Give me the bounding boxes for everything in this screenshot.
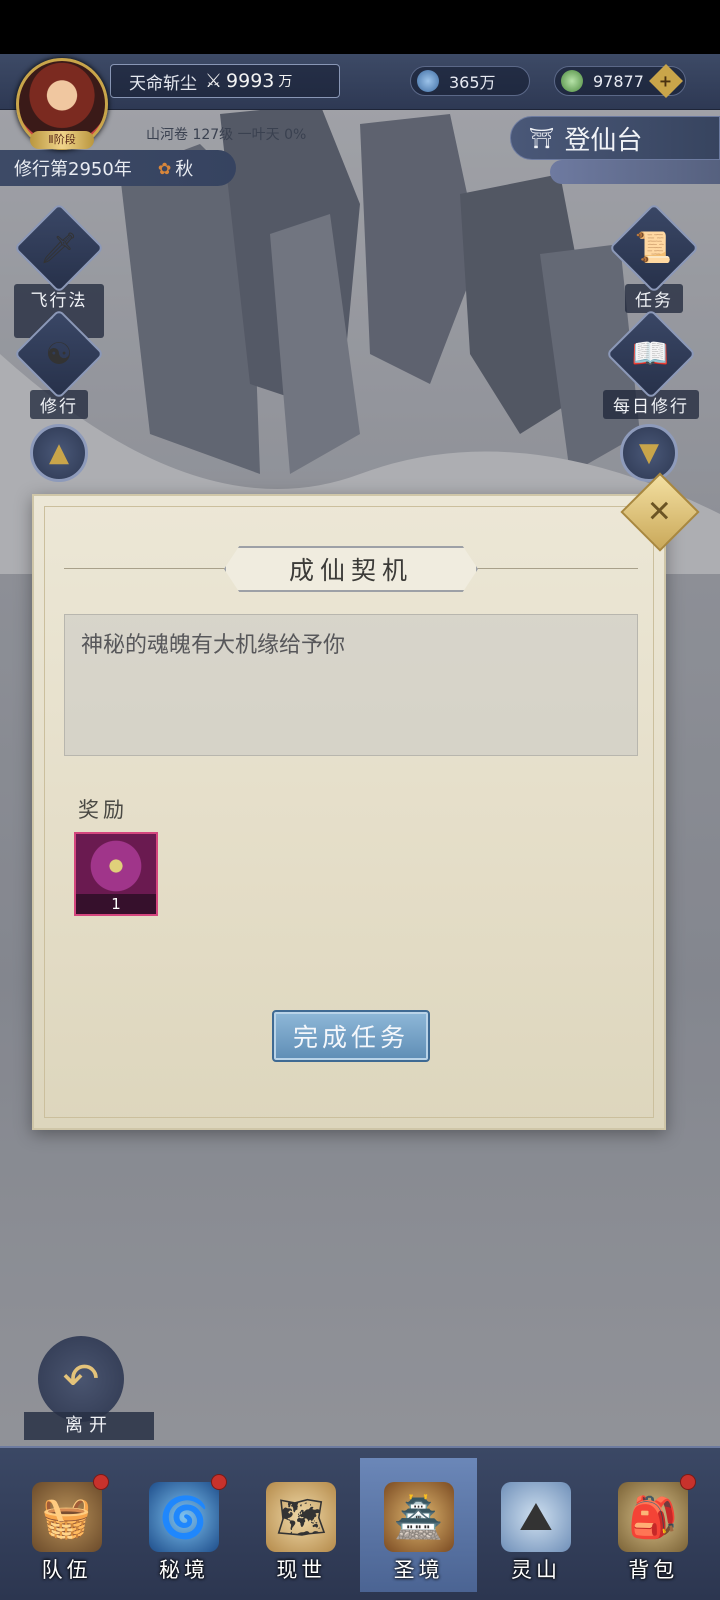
power-value: 9993 <box>226 70 275 92</box>
cultivation-year-bar: 修行第2950年 ✿ 秋 <box>0 150 236 186</box>
reward-label: 奖励 <box>78 798 128 822</box>
leave-label: 离开 <box>24 1412 154 1440</box>
notification-dot <box>210 1474 227 1490</box>
flying-artifact-icon: 🗡 <box>39 230 79 266</box>
nav-holy-realm[interactable]: 🏯 圣境 <box>359 1458 478 1592</box>
task-button[interactable]: 📜 任务 <box>604 202 704 316</box>
chevron-up-icon: ▲ <box>49 438 69 468</box>
player-title-pill[interactable]: 天命斩尘 ⚔ 9993 万 <box>110 64 340 98</box>
close-icon: ✕ <box>647 494 673 530</box>
spirit-stone-value: 365万 <box>449 73 496 92</box>
nav-label: 队伍 <box>41 1558 92 1582</box>
nav-bag[interactable]: 🎒 背包 <box>595 1458 712 1592</box>
nav-spirit-mountain[interactable]: ⛰ 灵山 <box>477 1458 594 1592</box>
cultivator-icon: ☯ <box>45 336 73 372</box>
jade-counter[interactable]: 97877 + <box>554 64 686 98</box>
quest-dialog: 成仙契机 神秘的魂魄有大机缘给予你 奖励 1 完成任务 <box>32 494 666 1130</box>
immortal-platform-icon: ⛩ <box>529 126 555 150</box>
nav-label: 圣境 <box>393 1558 444 1582</box>
season-display: ✿ 秋 <box>158 155 193 181</box>
scroll-down-button[interactable]: ▼ <box>620 424 678 482</box>
daily-book-icon: 📖 <box>632 336 670 372</box>
holy-realm-icon: 🏯 <box>383 1482 454 1552</box>
stage-button-decoration <box>550 160 720 184</box>
avatar-badge: Ⅱ阶段 <box>30 131 94 149</box>
secret-realm-icon: 🌀 <box>148 1482 219 1552</box>
leave-button[interactable]: ↶ 离开 <box>24 1336 154 1446</box>
reward-item[interactable]: 1 <box>74 832 158 916</box>
dialog-title: 成仙契机 <box>224 546 478 592</box>
bottom-navigation: 🧺 队伍 🌀 秘境 🗺 现世 🏯 圣境 ⛰ 灵山 🎒 背包 <box>0 1446 720 1600</box>
spirit-stone-icon <box>417 70 439 92</box>
power-unit: 万 <box>278 74 293 90</box>
player-title: 天命斩尘 <box>129 73 197 94</box>
nav-world[interactable]: 🗺 现世 <box>243 1458 360 1592</box>
chevron-down-icon: ▼ <box>639 438 659 468</box>
scroll-up-button[interactable]: ▲ <box>30 424 88 482</box>
notification-dot <box>679 1474 696 1490</box>
team-icon: 🧺 <box>31 1482 102 1552</box>
dialog-description: 神秘的魂魄有大机缘给予你 <box>64 614 638 756</box>
spirit-stone-counter[interactable]: 365万 <box>410 66 530 96</box>
nav-label: 秘境 <box>158 1558 209 1582</box>
nav-label: 背包 <box>628 1558 679 1582</box>
bag-icon: 🎒 <box>618 1482 689 1552</box>
notification-dot <box>93 1474 110 1490</box>
nav-label: 现世 <box>276 1558 327 1582</box>
add-jade-button[interactable]: + <box>648 64 683 98</box>
reward-quantity: 1 <box>76 894 156 914</box>
season-label: 秋 <box>175 159 194 180</box>
back-arrow-icon: ↶ <box>38 1336 124 1422</box>
nav-secret-realm[interactable]: 🌀 秘境 <box>125 1458 242 1592</box>
complete-task-button[interactable]: 完成任务 <box>272 1010 430 1062</box>
task-scroll-icon: 📜 <box>635 230 673 266</box>
cultivation-button[interactable]: ☯ 修行 <box>13 308 105 422</box>
power-icon: ⚔ <box>205 70 223 92</box>
daily-cultivation-button[interactable]: 📖 每日修行 <box>596 308 706 422</box>
cultivation-year: 修行第2950年 <box>14 159 132 180</box>
stage-button[interactable]: ⛩ 登仙台 <box>510 116 720 160</box>
maple-leaf-icon: ✿ <box>157 158 172 178</box>
stage-button-label: 登仙台 <box>564 125 643 156</box>
nav-team[interactable]: 🧺 队伍 <box>8 1458 125 1592</box>
realm-info: 山河卷 127级 一叶天 0% <box>146 127 307 143</box>
power-display: ⚔ 9993 万 <box>205 70 292 92</box>
nav-label: 灵山 <box>510 1558 561 1582</box>
jade-value: 97877 <box>593 71 644 91</box>
jade-icon <box>561 70 583 92</box>
spirit-mountain-icon: ⛰ <box>500 1482 571 1552</box>
flying-artifact-button[interactable]: 🗡 飞行法器 <box>13 202 105 338</box>
world-icon: 🗺 <box>266 1482 337 1552</box>
